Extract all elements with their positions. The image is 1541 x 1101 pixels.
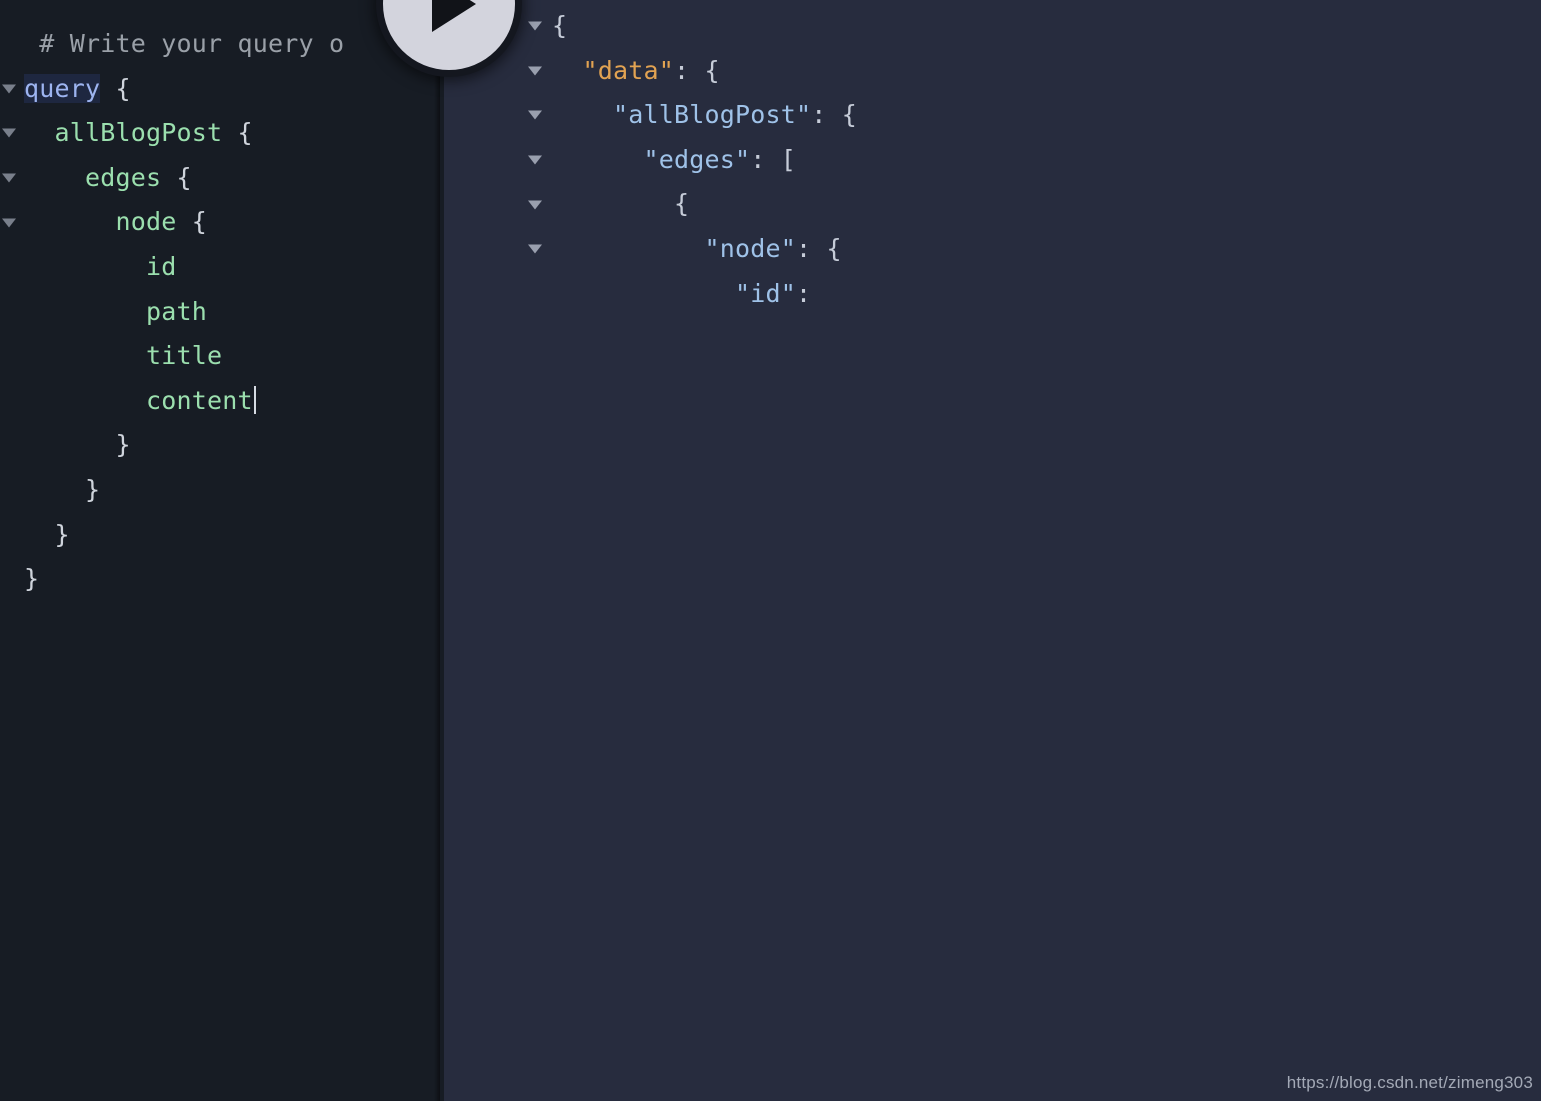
fold-toggle-icon[interactable] bbox=[2, 173, 16, 183]
code-token: { bbox=[552, 189, 690, 219]
editor-line-text: } bbox=[0, 423, 131, 468]
editor-line-text: title bbox=[0, 334, 222, 379]
result-line-text: "allBlogPost": { bbox=[444, 93, 857, 138]
result-line[interactable]: { bbox=[444, 182, 1541, 227]
result-line[interactable]: "id": bbox=[444, 272, 1541, 317]
code-token: "id" bbox=[552, 278, 797, 308]
result-line[interactable]: "allBlogPost": { bbox=[444, 93, 1541, 138]
editor-line[interactable]: query { bbox=[0, 67, 440, 112]
code-token: } bbox=[24, 519, 70, 549]
fold-toggle-icon[interactable] bbox=[528, 244, 542, 254]
fold-toggle-icon[interactable] bbox=[528, 110, 542, 120]
result-line[interactable]: { bbox=[444, 4, 1541, 49]
code-token: node bbox=[24, 207, 177, 237]
fold-toggle-icon[interactable] bbox=[528, 21, 542, 31]
editor-line[interactable]: content bbox=[0, 379, 440, 424]
result-line-text: "id": bbox=[444, 272, 811, 317]
code-token: "node" bbox=[552, 233, 797, 263]
code-token: "data" bbox=[552, 55, 675, 85]
code-token: title bbox=[24, 341, 223, 371]
editor-line[interactable]: } bbox=[0, 513, 440, 558]
code-token: } bbox=[24, 474, 101, 504]
code-token: : { bbox=[811, 100, 858, 130]
editor-line[interactable]: } bbox=[0, 557, 440, 602]
query-editor-lines[interactable]: # Write your query o query { allBlogPost … bbox=[0, 22, 440, 602]
result-line[interactable]: "edges": [ bbox=[444, 138, 1541, 183]
editor-line[interactable]: } bbox=[0, 423, 440, 468]
code-token: { bbox=[100, 73, 131, 103]
fold-toggle-icon[interactable] bbox=[528, 66, 542, 76]
code-token: path bbox=[24, 296, 208, 326]
result-viewer-lines[interactable]: { "data": { "allBlogPost": { "edges": [ … bbox=[444, 4, 1541, 316]
fold-toggle-icon[interactable] bbox=[528, 200, 542, 210]
code-token: : { bbox=[796, 233, 842, 263]
editor-line-text: id bbox=[0, 245, 177, 290]
code-token: # Write your query o bbox=[24, 29, 345, 58]
editor-line[interactable]: title bbox=[0, 334, 440, 379]
code-token: { bbox=[161, 162, 192, 192]
result-line-text: "edges": [ bbox=[444, 138, 796, 183]
code-token: } bbox=[24, 430, 131, 460]
editor-line-text: path bbox=[0, 290, 207, 335]
code-token: { bbox=[222, 118, 253, 148]
editor-line-text: query { bbox=[0, 67, 131, 112]
editor-line-text: # Write your query o bbox=[0, 22, 344, 67]
code-token: : [ bbox=[750, 144, 797, 174]
code-token: { bbox=[176, 207, 208, 237]
query-editor-pane[interactable]: # Write your query o query { allBlogPost … bbox=[0, 0, 440, 1101]
editor-line-text: } bbox=[0, 468, 100, 513]
editor-line-text: allBlogPost { bbox=[0, 111, 253, 156]
result-line-text: { bbox=[444, 182, 689, 227]
result-line[interactable]: "data": { bbox=[444, 49, 1541, 94]
code-token: } bbox=[24, 564, 40, 594]
editor-line[interactable]: # Write your query o bbox=[0, 22, 440, 67]
result-line-text: "node": { bbox=[444, 227, 842, 272]
code-token: id bbox=[24, 251, 177, 281]
editor-line[interactable]: allBlogPost { bbox=[0, 111, 440, 156]
code-token: query bbox=[24, 73, 101, 103]
editor-line-text: node { bbox=[0, 200, 207, 245]
code-token: "allBlogPost" bbox=[552, 100, 812, 130]
code-token: { bbox=[552, 11, 568, 40]
fold-toggle-icon[interactable] bbox=[2, 128, 16, 138]
code-token: allBlogPost bbox=[24, 118, 223, 148]
editor-line[interactable]: } bbox=[0, 468, 440, 513]
fold-toggle-icon[interactable] bbox=[2, 84, 16, 94]
editor-line-text: } bbox=[0, 557, 39, 602]
editor-line[interactable]: path bbox=[0, 290, 440, 335]
editor-line-text: content bbox=[0, 379, 256, 424]
editor-line[interactable]: node { bbox=[0, 200, 440, 245]
fold-toggle-icon[interactable] bbox=[528, 155, 542, 165]
editor-line-text: } bbox=[0, 513, 70, 558]
code-token: : bbox=[796, 278, 812, 308]
editor-line[interactable]: edges { bbox=[0, 156, 440, 201]
graphiql-window: # Write your query o query { allBlogPost … bbox=[0, 0, 1541, 1101]
result-viewer-pane[interactable]: { "data": { "allBlogPost": { "edges": [ … bbox=[444, 0, 1541, 1101]
code-token: : { bbox=[674, 55, 720, 85]
code-token: content bbox=[24, 385, 253, 415]
code-token: "edges" bbox=[552, 144, 751, 174]
editor-line-text: edges { bbox=[0, 156, 192, 201]
play-icon bbox=[432, 0, 477, 32]
text-cursor bbox=[253, 385, 256, 414]
result-line[interactable]: "node": { bbox=[444, 227, 1541, 272]
editor-line[interactable]: id bbox=[0, 245, 440, 290]
fold-toggle-icon[interactable] bbox=[2, 218, 16, 228]
code-token: edges bbox=[24, 162, 162, 192]
watermark: https://blog.csdn.net/zimeng303 bbox=[1286, 1073, 1533, 1092]
